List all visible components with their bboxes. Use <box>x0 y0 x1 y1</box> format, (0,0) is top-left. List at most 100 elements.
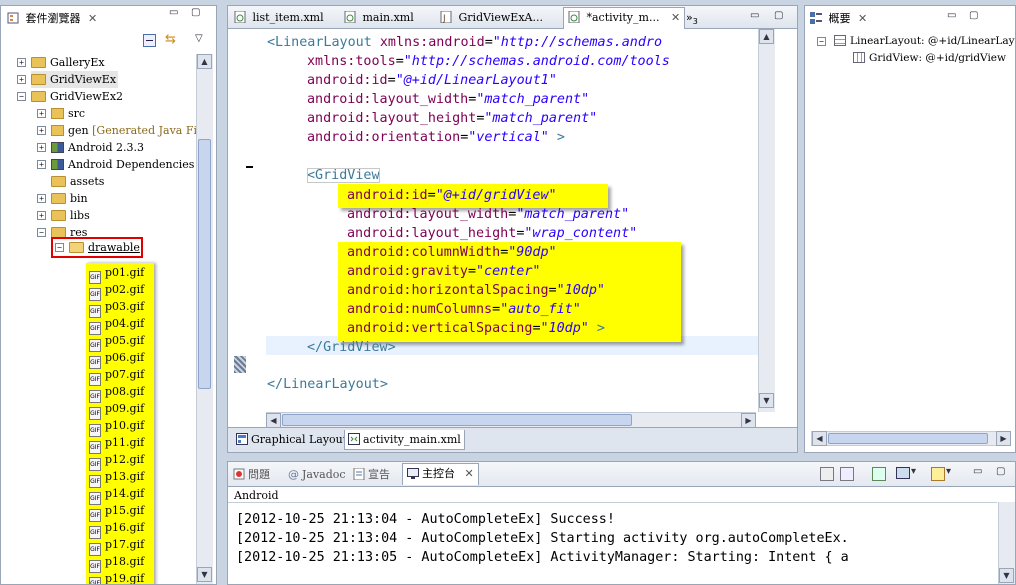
file-item[interactable]: GIF p19.gif <box>89 570 144 584</box>
chevron-down-icon[interactable]: ▾ <box>946 466 951 477</box>
collapse-icon[interactable]: − <box>55 243 64 252</box>
file-item[interactable]: GIF p01.gif <box>89 264 144 284</box>
collapse-icon[interactable]: − <box>817 37 826 46</box>
scroll-thumb[interactable] <box>282 414 632 426</box>
scroll-left-icon[interactable]: ◀ <box>266 413 281 428</box>
expand-icon[interactable]: + <box>17 75 26 84</box>
file-item[interactable]: GIF p16.gif <box>89 519 144 539</box>
collapse-icon[interactable]: − <box>17 92 26 101</box>
file-item[interactable]: GIF p06.gif <box>89 349 145 369</box>
expand-icon[interactable]: + <box>37 211 46 220</box>
explorer-tab[interactable]: 套件瀏覽器 ✕ <box>7 9 97 28</box>
display-console-icon[interactable] <box>896 467 910 479</box>
file-item[interactable]: GIF p09.gif <box>89 400 145 420</box>
gif-file-icon: GIF <box>89 577 101 584</box>
file-item[interactable]: GIF p14.gif <box>89 485 144 505</box>
outline-tab[interactable]: 概要 ✕ <box>810 9 867 28</box>
tab-javadoc[interactable]: @ Javadoc <box>288 465 346 484</box>
file-item[interactable]: GIF p11.gif <box>89 434 144 454</box>
expand-icon[interactable]: + <box>37 109 46 118</box>
outline-icon <box>810 11 822 24</box>
file-item[interactable]: GIF p04.gif <box>89 315 144 335</box>
file-label: p10.gif <box>105 419 145 432</box>
explorer-scrollbar[interactable]: ▲ ▼ <box>196 54 213 584</box>
expand-icon[interactable]: + <box>37 126 46 135</box>
maximize-icon[interactable]: ▢ <box>969 10 978 21</box>
file-item[interactable]: GIF p13.gif <box>89 468 144 488</box>
file-label: p15.gif <box>105 504 145 517</box>
file-item[interactable]: GIF p08.gif <box>89 383 144 403</box>
console-scrollbar[interactable]: ▼ <box>998 502 1015 584</box>
xml-value: "auto_fit" <box>500 302 581 317</box>
chevron-down-icon[interactable]: ▾ <box>911 466 916 477</box>
package-explorer-panel: 套件瀏覽器 ✕ ▭ ▢ ⇆ ▽ + GalleryEx + GridViewEx… <box>0 5 217 585</box>
file-item[interactable]: GIF p03.gif <box>89 298 144 318</box>
xml-attr: android:horizontalSpacing <box>347 283 549 298</box>
tab-label: Javadoc <box>302 468 346 481</box>
view-menu-icon[interactable]: ▽ <box>195 33 203 44</box>
file-item[interactable]: GIF p18.gif <box>89 553 144 573</box>
folder-icon <box>51 193 66 204</box>
close-icon[interactable]: ✕ <box>858 12 867 25</box>
outline-panel: 概要 ✕ ▭ ▢ − LinearLayout: @+id/LinearLayo… <box>804 5 1016 453</box>
file-item[interactable]: GIF p15.gif <box>89 502 145 522</box>
outline-hscrollbar[interactable]: ◀ ▶ <box>811 431 1011 446</box>
tab-declaration[interactable]: 宣告 <box>353 465 390 484</box>
close-icon[interactable]: ✕ <box>88 12 97 25</box>
expand-icon[interactable]: + <box>37 194 46 203</box>
minimize-icon[interactable]: ▭ <box>169 7 178 18</box>
code-line-5: android:layout_height="match_parent" <box>307 109 597 128</box>
tree-label: bin <box>70 192 88 205</box>
xml-value: "vertical" <box>468 130 549 145</box>
code-area[interactable]: <LinearLayout xmlns:android="http://sche… <box>228 6 758 416</box>
scroll-down-icon[interactable]: ▼ <box>759 393 774 408</box>
scroll-right-icon[interactable]: ▶ <box>741 413 756 428</box>
scroll-up-icon[interactable]: ▲ <box>197 54 212 69</box>
file-item[interactable]: GIF p10.gif <box>89 417 145 437</box>
file-item[interactable]: GIF p17.gif <box>89 536 144 556</box>
maximize-icon[interactable]: ▢ <box>191 7 200 18</box>
minimize-icon[interactable]: ▭ <box>973 466 982 477</box>
collapse-icon[interactable]: − <box>37 228 46 237</box>
tab-problems[interactable]: 問題 <box>233 465 270 484</box>
console-output[interactable]: [2012-10-25 21:13:04 - AutoCompleteEx] S… <box>228 502 997 584</box>
expand-icon[interactable]: + <box>37 160 46 169</box>
gridview-icon <box>853 52 865 63</box>
file-item[interactable]: GIF p07.gif <box>89 366 144 386</box>
xml-attr: android:id <box>347 188 428 203</box>
scroll-down-icon[interactable]: ▼ <box>197 567 212 582</box>
collapse-all-icon[interactable] <box>143 34 156 47</box>
scroll-down-icon[interactable]: ▼ <box>999 568 1014 583</box>
expand-icon[interactable]: + <box>17 58 26 67</box>
maximize-icon[interactable]: ▢ <box>774 10 783 21</box>
scroll-up-icon[interactable]: ▲ <box>759 29 774 44</box>
explorer-tab-label: 套件瀏覽器 <box>25 12 81 25</box>
scroll-left-icon[interactable]: ◀ <box>812 431 827 446</box>
file-item[interactable]: GIF p05.gif <box>89 332 144 352</box>
scroll-thumb[interactable] <box>198 139 211 389</box>
editor-bottom-tabs: Graphical Layout activity_main.xml <box>228 427 797 452</box>
file-item[interactable]: GIF p12.gif <box>89 451 145 471</box>
scroll-lock-icon[interactable] <box>840 467 854 481</box>
tab-activity-main-xml[interactable]: activity_main.xml <box>344 430 465 450</box>
pin-console-icon[interactable] <box>872 467 886 481</box>
scroll-right-icon[interactable]: ▶ <box>996 431 1011 446</box>
file-label: p12.gif <box>105 453 145 466</box>
link-editor-icon[interactable]: ⇆ <box>165 32 176 47</box>
tab-console[interactable]: 主控台 ✕ <box>402 463 479 485</box>
terminate-icon[interactable] <box>820 467 834 481</box>
editor-hscrollbar[interactable]: ◀ ▶ <box>266 412 756 428</box>
outline-item-gridview[interactable]: GridView: @+id/gridView <box>853 50 1006 67</box>
minimize-icon[interactable]: ▭ <box>947 10 956 21</box>
file-label: p06.gif <box>105 351 145 364</box>
maximize-icon[interactable]: ▢ <box>996 466 1005 477</box>
file-item[interactable]: GIF p02.gif <box>89 281 144 301</box>
tab-label: 問題 <box>248 468 270 481</box>
expand-icon[interactable]: + <box>37 143 46 152</box>
close-icon[interactable]: ✕ <box>465 467 474 480</box>
file-label: p09.gif <box>105 402 145 415</box>
tab-graphical-layout[interactable]: Graphical Layout <box>236 431 347 449</box>
editor-vscrollbar[interactable]: ▲ ▼ <box>758 29 775 412</box>
scroll-thumb[interactable] <box>828 433 988 444</box>
open-console-icon[interactable] <box>931 467 945 481</box>
